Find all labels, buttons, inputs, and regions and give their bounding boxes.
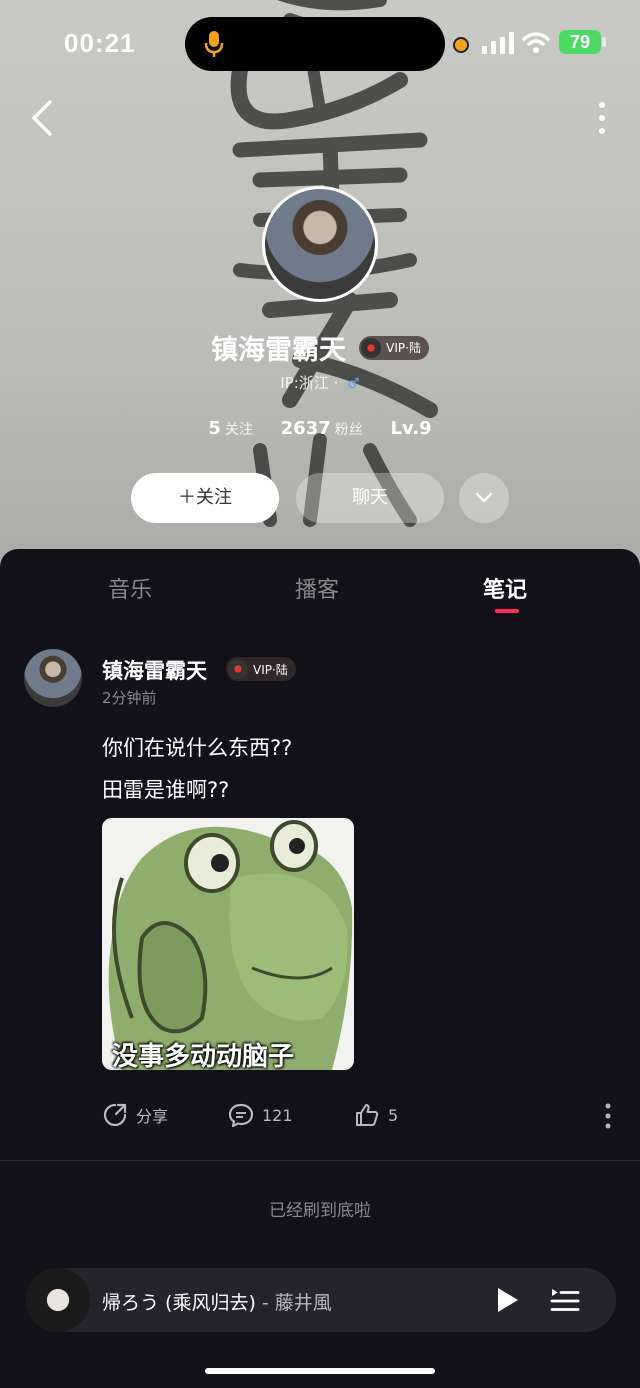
now-playing-text[interactable]: 帰ろう (乘风归去) - 藤井風 — [102, 1288, 332, 1315]
battery-indicator: 79 — [559, 30, 601, 54]
post-author-name[interactable]: 镇海雷霸天 — [102, 655, 207, 685]
cellular-signal-icon — [482, 32, 514, 54]
post-vip-badge[interactable]: VIP·陆 — [226, 657, 296, 681]
comment-count: 121 — [262, 1105, 293, 1125]
song-title: 帰ろう (乘风归去) — [102, 1292, 256, 1314]
like-button[interactable]: 5 — [354, 1100, 398, 1130]
chat-button[interactable]: 聊天 — [296, 473, 444, 523]
song-artist: - 藤井風 — [255, 1292, 332, 1314]
back-arrow-icon[interactable] — [24, 98, 60, 138]
post-text-line: 你们在说什么东西?? — [102, 736, 293, 760]
share-button[interactable]: 分享 — [102, 1100, 168, 1130]
active-tab-indicator — [495, 609, 519, 613]
thumbs-up-icon — [356, 1104, 379, 1126]
post-more-options-icon[interactable] — [600, 1102, 616, 1130]
ip-text: IP:浙江 · — [280, 374, 344, 392]
microphone-icon — [204, 31, 224, 57]
ip-location: IP:浙江 · ♂ — [0, 372, 640, 393]
end-of-list-text: 已经刷到底啦 — [269, 1201, 371, 1221]
vip-label: VIP·陆 — [386, 341, 421, 355]
profile-name: 镇海雷霸天 — [211, 335, 347, 366]
post-image[interactable]: 没事多动动脑子 — [102, 818, 354, 1070]
following-count[interactable]: 5 — [208, 418, 221, 439]
recording-indicator-icon — [453, 37, 469, 53]
recommend-dropdown-button[interactable] — [459, 473, 509, 523]
status-bar: 00:21 79 — [0, 0, 640, 90]
dynamic-island — [185, 17, 445, 71]
profile-avatar[interactable] — [262, 186, 378, 302]
play-icon[interactable] — [494, 1286, 520, 1314]
profile-name-row: 镇海雷霸天 VIP·陆 — [0, 328, 640, 367]
post-timestamp: 2分钟前 — [102, 689, 157, 707]
frog-meme-image — [102, 818, 354, 1070]
battery-tip — [602, 37, 606, 47]
followers-count[interactable]: 2637 — [281, 418, 331, 439]
vinyl-disc-icon — [228, 659, 248, 679]
post-author-avatar[interactable] — [24, 649, 82, 707]
status-time: 00:21 — [64, 28, 136, 58]
user-level[interactable]: Lv.9 — [391, 418, 432, 439]
share-label: 分享 — [136, 1107, 169, 1126]
profile-stats: 5 关注 2637 粉丝 Lv.9 — [0, 418, 640, 439]
mini-player[interactable]: 帰ろう (乘风归去) - 藤井風 — [26, 1268, 616, 1332]
more-options-icon[interactable] — [590, 100, 614, 136]
share-icon — [103, 1103, 127, 1127]
comment-icon — [228, 1103, 254, 1128]
wifi-icon — [522, 32, 550, 53]
like-count: 5 — [388, 1105, 399, 1125]
album-art-disc[interactable] — [26, 1268, 90, 1332]
tab-music[interactable]: 音乐 — [108, 572, 152, 604]
tab-podcast[interactable]: 播客 — [295, 572, 339, 604]
chevron-down-icon — [475, 492, 493, 503]
vip-label: VIP·陆 — [253, 662, 288, 677]
vip-badge[interactable]: VIP·陆 — [359, 335, 429, 360]
male-gender-icon: ♂ — [347, 376, 360, 392]
comment-button[interactable]: 121 — [228, 1100, 293, 1130]
follow-button[interactable]: ＋关注 — [131, 473, 279, 523]
vinyl-disc-icon — [361, 337, 382, 358]
followers-label[interactable]: 粉丝 — [335, 422, 363, 438]
playlist-icon[interactable] — [550, 1286, 580, 1314]
following-label[interactable]: 关注 — [225, 422, 253, 438]
tab-notes[interactable]: 笔记 — [483, 572, 527, 604]
meme-caption: 没事多动动脑子 — [112, 1042, 295, 1070]
post-text-line: 田雷是谁啊?? — [102, 778, 230, 802]
home-indicator[interactable] — [205, 1368, 435, 1374]
section-divider — [0, 1160, 640, 1161]
